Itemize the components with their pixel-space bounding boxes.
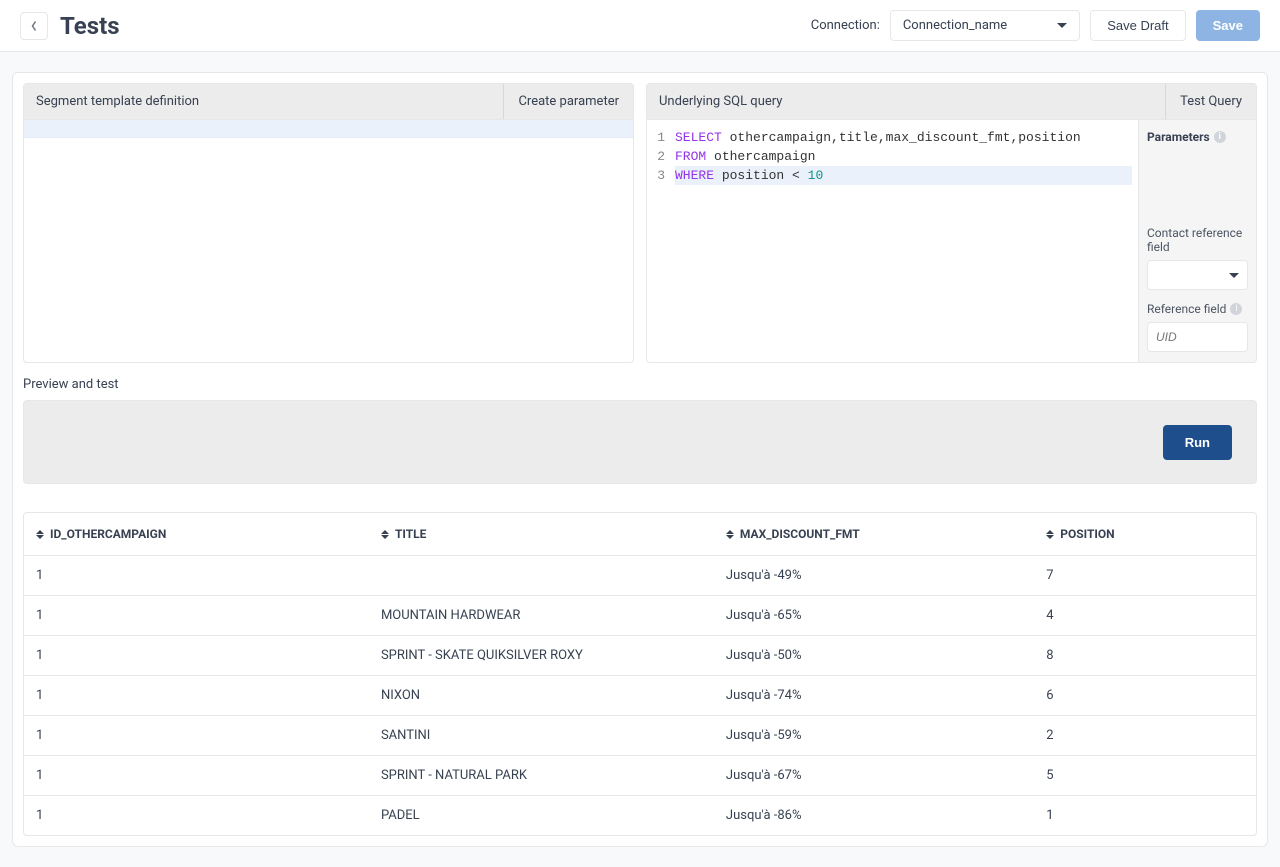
table-row[interactable]: 1SANTINIJusqu'à -59%2 [24,716,1256,756]
table-cell: 4 [1034,596,1256,636]
test-query-button[interactable]: Test Query [1165,84,1256,119]
segment-empty-line [24,120,633,138]
save-button[interactable]: Save [1196,10,1260,41]
code-gutter: 123 [647,120,671,362]
table-cell: NIXON [369,676,714,716]
table-cell: SPRINT - SKATE QUIKSILVER ROXY [369,636,714,676]
info-icon[interactable]: i [1214,131,1226,143]
create-parameter-button[interactable]: Create parameter [503,84,633,119]
table-cell [369,556,714,596]
connection-select[interactable]: Connection_name [890,10,1080,41]
parameters-title-text: Parameters [1147,130,1210,144]
table-cell: 1 [24,636,369,676]
sql-panel-title: Underlying SQL query [659,94,782,109]
table-cell: 5 [1034,756,1256,796]
table-cell: Jusqu'à -86% [714,796,1034,836]
table-row[interactable]: 1PADELJusqu'à -86%1 [24,796,1256,836]
back-button[interactable] [20,12,48,40]
table-cell: 1 [24,596,369,636]
column-header[interactable]: POSITION [1034,513,1256,556]
caret-down-icon [1057,23,1067,28]
sort-icon [36,530,44,539]
contact-ref-select[interactable] [1147,260,1248,290]
reference-field-input[interactable] [1147,322,1248,352]
sql-panel-header: Underlying SQL query Test Query [647,84,1256,120]
code-editor[interactable]: 123 SELECT othercampaign,title,max_disco… [647,120,1138,362]
run-button[interactable]: Run [1163,425,1232,460]
column-header[interactable]: MAX_DISCOUNT_FMT [714,513,1034,556]
table-body: 1Jusqu'à -49%71MOUNTAIN HARDWEARJusqu'à … [24,556,1256,836]
table-cell: Jusqu'à -67% [714,756,1034,796]
table-cell: Jusqu'à -74% [714,676,1034,716]
caret-down-icon [1229,273,1239,278]
table-cell: PADEL [369,796,714,836]
table-cell: 1 [24,556,369,596]
header-right: Connection: Connection_name Save Draft S… [811,10,1260,41]
table-row[interactable]: 1 Jusqu'à -49%7 [24,556,1256,596]
table-cell: 1 [24,716,369,756]
table-cell: SPRINT - NATURAL PARK [369,756,714,796]
table-cell: 7 [1034,556,1256,596]
table-cell: 2 [1034,716,1256,756]
reference-field-label-text: Reference field [1147,302,1226,316]
card: Segment template definition Create param… [12,72,1268,847]
table-header-row: ID_OTHERCAMPAIGNTITLEMAX_DISCOUNT_FMTPOS… [24,513,1256,556]
connection-value: Connection_name [903,18,1007,33]
page-title: Tests [60,12,120,40]
preview-bar: Run [23,400,1257,484]
connection-label: Connection: [811,18,880,33]
table-cell: 8 [1034,636,1256,676]
sort-icon [381,530,389,539]
column-header[interactable]: TITLE [369,513,714,556]
table-cell: 6 [1034,676,1256,716]
table-row[interactable]: 1SPRINT - NATURAL PARKJusqu'à -67%5 [24,756,1256,796]
segment-panel: Segment template definition Create param… [23,83,634,363]
segment-panel-body[interactable] [24,120,633,362]
info-icon[interactable]: i [1230,303,1242,315]
chevron-left-icon [29,20,39,32]
sql-panel-body: 123 SELECT othercampaign,title,max_disco… [647,120,1256,362]
table-cell: Jusqu'à -50% [714,636,1034,676]
table-cell: MOUNTAIN HARDWEAR [369,596,714,636]
table-row[interactable]: 1NIXONJusqu'à -74%6 [24,676,1256,716]
contact-ref-label: Contact reference field [1147,226,1248,254]
results-table: ID_OTHERCAMPAIGNTITLEMAX_DISCOUNT_FMTPOS… [23,512,1257,836]
code-body: SELECT othercampaign,title,max_discount_… [671,120,1138,362]
editor-row: Segment template definition Create param… [23,83,1257,363]
header-left: Tests [20,12,120,40]
table-cell: Jusqu'à -59% [714,716,1034,756]
table-row[interactable]: 1SPRINT - SKATE QUIKSILVER ROXYJusqu'à -… [24,636,1256,676]
main-content: Segment template definition Create param… [0,52,1280,867]
sort-icon [1046,530,1054,539]
table-cell: Jusqu'à -65% [714,596,1034,636]
parameters-sidebar: Parameters i Contact reference field Ref… [1138,120,1256,362]
segment-panel-title: Segment template definition [36,94,199,109]
app-header: Tests Connection: Connection_name Save D… [0,0,1280,52]
reference-field-label: Reference field i [1147,302,1248,316]
save-draft-button[interactable]: Save Draft [1090,10,1185,41]
table-cell: Jusqu'à -49% [714,556,1034,596]
table-cell: 1 [24,796,369,836]
spacer [1147,150,1248,214]
table-cell: SANTINI [369,716,714,756]
table-cell: 1 [24,756,369,796]
table-row[interactable]: 1MOUNTAIN HARDWEARJusqu'à -65%4 [24,596,1256,636]
parameters-title: Parameters i [1147,130,1248,144]
table-cell: 1 [24,676,369,716]
sql-panel: Underlying SQL query Test Query 123 SELE… [646,83,1257,363]
preview-label: Preview and test [23,377,1257,392]
segment-panel-header: Segment template definition Create param… [24,84,633,120]
column-header[interactable]: ID_OTHERCAMPAIGN [24,513,369,556]
sort-icon [726,530,734,539]
table-cell: 1 [1034,796,1256,836]
